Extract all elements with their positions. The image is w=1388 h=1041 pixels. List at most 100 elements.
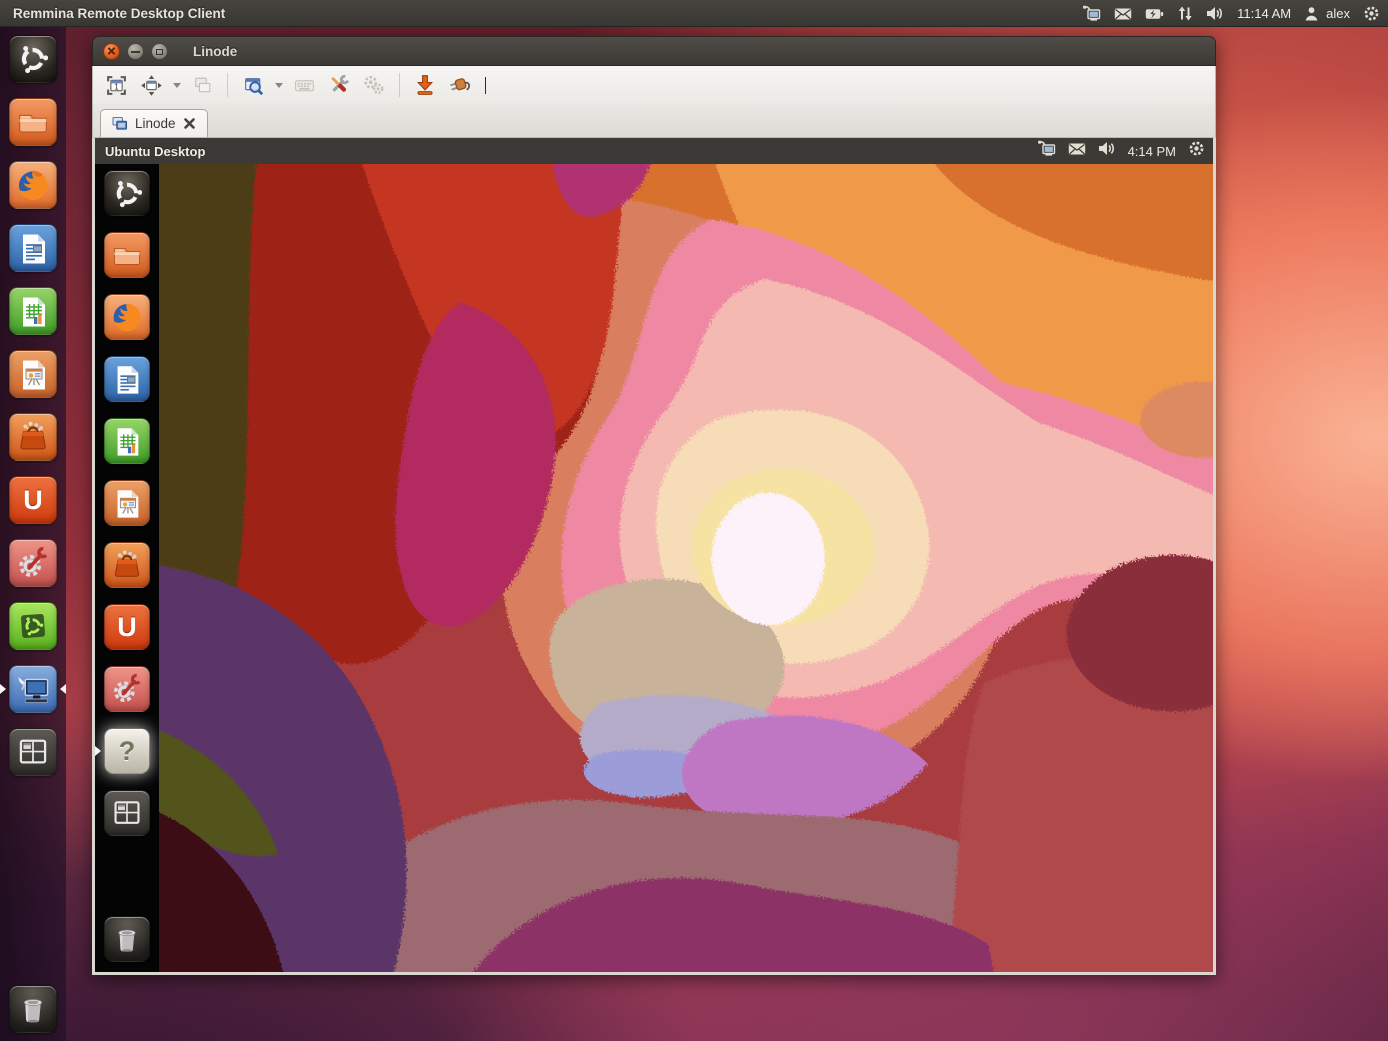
mail-indicator-icon[interactable] [1114,7,1132,21]
remote-top-panel: Ubuntu Desktop 4:14 PM [95,138,1213,164]
launcher-item-trash[interactable] [0,985,66,1033]
remote-launcher-item-dash-home[interactable] [95,170,159,216]
remote-launcher-item-software-center[interactable] [95,542,159,588]
tab-close-icon[interactable] [183,117,196,130]
preferences-tools-button[interactable] [323,71,355,99]
tab-linode[interactable]: Linode [100,109,208,137]
launcher-item-libreoffice-calc[interactable] [0,287,66,335]
text-cursor [485,77,486,94]
system-settings-icon [9,539,57,587]
network-transfer-indicator-icon[interactable] [1177,6,1193,21]
launcher-item-dash-home[interactable] [0,35,66,83]
remote-desktop-viewport[interactable]: Ubuntu Desktop 4:14 PM U [92,137,1216,975]
chevron-down-icon [275,83,283,88]
launcher-item-ubuntu-one[interactable]: U [0,476,66,524]
trash-icon [104,916,150,962]
remote-desktop-indicator-icon[interactable] [1082,5,1101,22]
libreoffice-impress-icon [9,350,57,398]
launcher-item-firefox[interactable] [0,161,66,209]
software-center-icon [104,542,150,588]
toggle-fullscreen-button[interactable]: 1 [100,71,132,99]
workspace-switcher-icon [9,728,57,776]
remote-launcher-item-firefox[interactable] [95,294,159,340]
host-top-panel: Remmina Remote Desktop Client 11:14 AM a… [0,0,1388,27]
libreoffice-writer-icon [104,356,150,402]
remote-desktop-indicator-icon[interactable] [1037,140,1056,162]
ubuntu-one-icon: U [9,476,57,524]
session-gear-icon[interactable] [1188,140,1205,162]
chevron-down-icon [173,83,181,88]
launcher-item-workspace-switcher[interactable] [0,728,66,776]
remote-wallpaper [159,164,1213,972]
trash-icon [9,985,57,1033]
libreoffice-impress-icon [104,480,150,526]
remote-panel-title: Ubuntu Desktop [95,144,205,159]
connection-tab-icon [112,116,128,131]
grab-keyboard-button[interactable] [288,71,320,99]
launcher-item-libreoffice-writer[interactable] [0,224,66,272]
user-indicator-icon[interactable] [1304,6,1319,21]
launcher-item-system-settings[interactable] [0,539,66,587]
session-gear-icon[interactable] [1363,5,1380,22]
focused-indicator-arrow [60,684,66,694]
settings-gears-button[interactable] [358,71,390,99]
libreoffice-writer-icon [9,224,57,272]
host-app-title: Remmina Remote Desktop Client [0,6,225,21]
launcher-item-ubuntu-software[interactable] [0,602,66,650]
window-titlebar[interactable]: Linode [92,36,1216,66]
ubuntu-software-icon [9,602,57,650]
remote-launcher-item-system-settings[interactable] [95,666,159,712]
battery-indicator-icon[interactable] [1145,8,1164,20]
disconnect-button[interactable] [444,71,476,99]
volume-indicator-icon[interactable] [1206,6,1224,21]
launcher-item-libreoffice-impress[interactable] [0,350,66,398]
maximize-button[interactable] [151,43,168,60]
volume-indicator-icon[interactable] [1098,141,1116,161]
remote-launcher-item-libreoffice-impress[interactable] [95,480,159,526]
libreoffice-calc-icon [9,287,57,335]
duplicate-connection-button[interactable] [186,71,218,99]
launcher-item-home-folder[interactable] [0,98,66,146]
ubuntu-one-glyph: U [23,485,43,516]
launcher-item-remmina[interactable] [0,665,66,713]
host-indicator-tray: 11:14 AM alex [1082,0,1380,27]
window-title: Linode [193,44,237,59]
firefox-icon [104,294,150,340]
minimize-to-tray-button[interactable] [409,71,441,99]
system-settings-icon [104,666,150,712]
software-center-icon [9,413,57,461]
remote-launcher: U ? [95,164,159,972]
close-button[interactable] [103,43,120,60]
mail-indicator-icon[interactable] [1068,142,1086,161]
scaled-mode-menu-button[interactable] [272,71,285,99]
remmina-window: Linode 1 [92,36,1216,975]
workspace-switcher-icon [104,790,150,836]
host-user-name[interactable]: alex [1326,6,1350,21]
toolbar-separator [227,73,228,97]
host-clock[interactable]: 11:14 AM [1237,6,1291,21]
firefox-icon [9,161,57,209]
launcher-item-software-center[interactable] [0,413,66,461]
ubuntu-dash-icon [104,170,150,216]
fit-window-menu-button[interactable] [170,71,183,99]
remote-launcher-item-libreoffice-calc[interactable] [95,418,159,464]
host-launcher: U [0,27,66,1041]
remote-clock[interactable]: 4:14 PM [1128,144,1176,159]
window-toolbar: 1 [92,66,1216,104]
libreoffice-calc-icon [104,418,150,464]
fit-window-button[interactable] [135,71,167,99]
ubuntu-one-icon: U [104,604,150,650]
tab-label: Linode [135,116,176,131]
remote-launcher-item-workspace-switcher[interactable] [95,790,159,836]
tab-bar: Linode [92,104,1216,137]
toggle-scaled-mode-button[interactable] [237,71,269,99]
remote-launcher-item-libreoffice-writer[interactable] [95,356,159,402]
ubuntu-dash-icon [9,35,57,83]
running-indicator-arrow [0,684,6,694]
remote-launcher-item-ubuntu-one[interactable]: U [95,604,159,650]
remote-launcher-item-home-folder[interactable] [95,232,159,278]
minimize-button[interactable] [127,43,144,60]
remote-launcher-item-unknown-app[interactable]: ? [95,728,159,774]
remote-launcher-item-trash[interactable] [95,916,159,962]
toolbar-separator [399,73,400,97]
